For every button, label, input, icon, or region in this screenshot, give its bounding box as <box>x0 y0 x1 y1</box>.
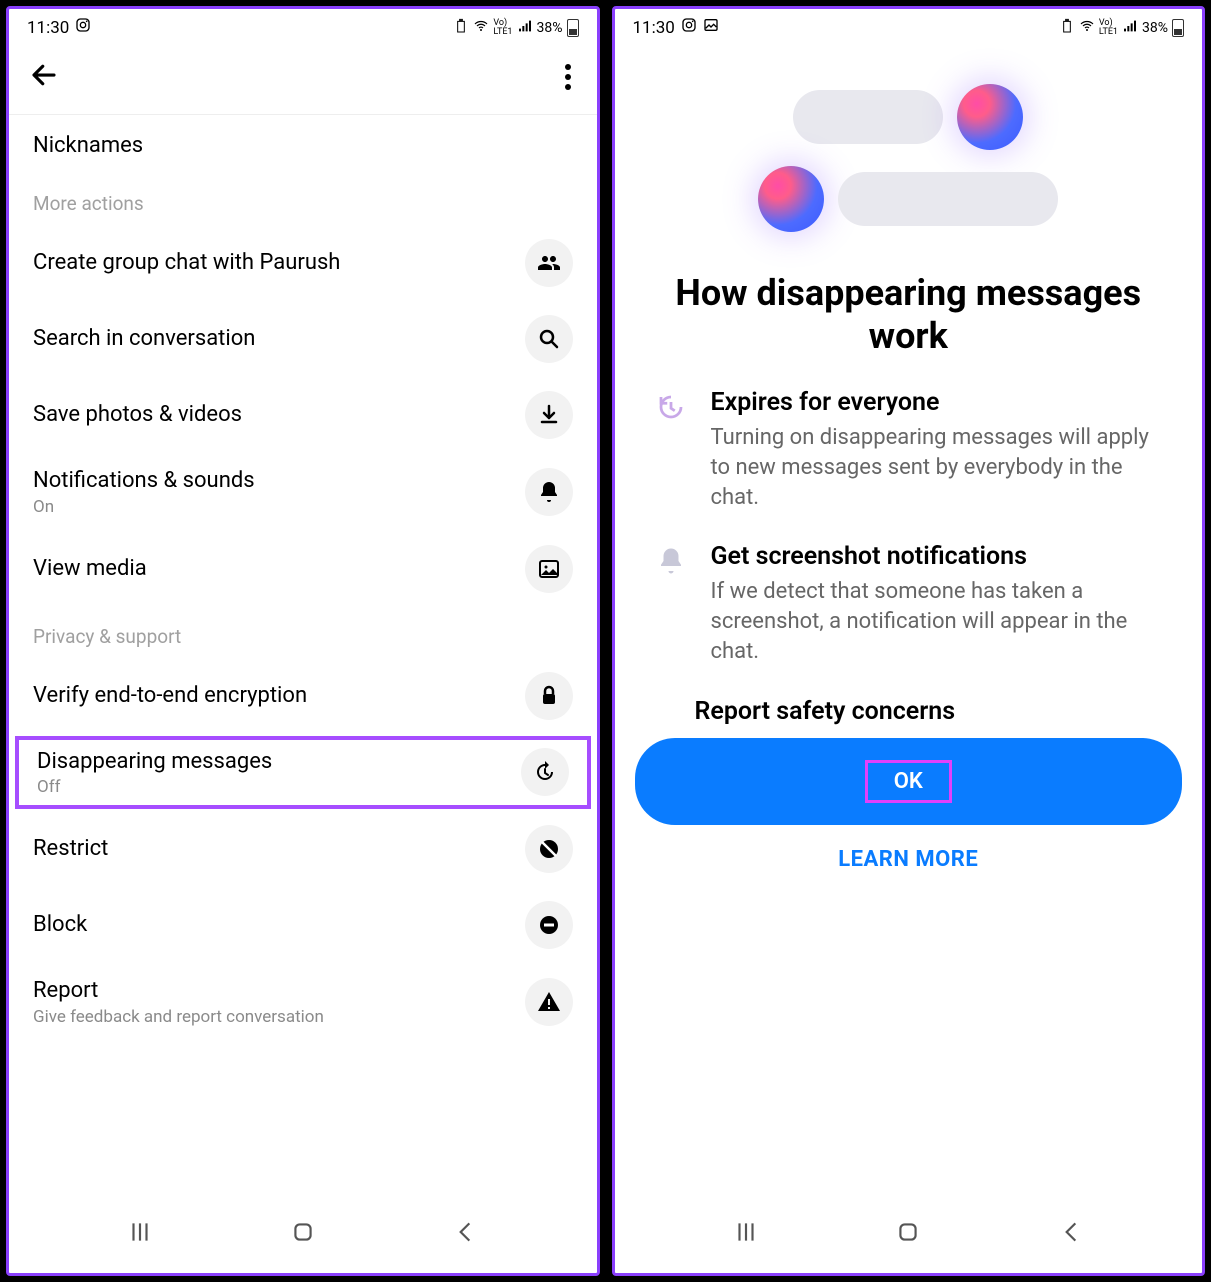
create-group-label: Create group chat with Paurush <box>33 249 525 277</box>
battery-percent: 38% <box>1142 20 1168 36</box>
recents-button[interactable] <box>733 1219 759 1249</box>
home-button[interactable] <box>895 1219 921 1249</box>
warning-icon <box>525 978 573 1026</box>
search-icon <box>525 315 573 363</box>
gradient-orb <box>758 166 824 232</box>
page-title: How disappearing messages work <box>615 252 1203 368</box>
verify-label: Verify end-to-end encryption <box>33 682 525 710</box>
hero-illustration <box>615 44 1203 252</box>
disappearing-messages-row[interactable]: Disappearing messages Off <box>15 736 591 810</box>
gradient-orb <box>957 84 1023 150</box>
info-screenshot-text: If we detect that someone has taken a sc… <box>711 577 1167 666</box>
instagram-icon <box>75 17 91 38</box>
create-group-row[interactable]: Create group chat with Paurush <box>9 225 597 301</box>
disappearing-status: Off <box>37 777 521 797</box>
overflow-menu-button[interactable] <box>559 58 577 96</box>
lock-icon <box>525 672 573 720</box>
android-nav-bar <box>615 1201 1203 1273</box>
nicknames-label: Nicknames <box>33 133 143 158</box>
restrict-row[interactable]: Restrict <box>9 811 597 887</box>
status-bar: 11:30 Vo)LTE1 38% <box>615 9 1203 44</box>
info-expires-text: Turning on disappearing messages will ap… <box>711 423 1167 512</box>
recents-button[interactable] <box>127 1219 153 1249</box>
notifications-status: On <box>33 497 525 517</box>
block-icon <box>525 901 573 949</box>
ok-label: OK <box>865 760 952 803</box>
signal-icon <box>517 18 533 38</box>
history-icon <box>651 388 691 512</box>
volte-icon: Vo)LTE1 <box>493 19 512 37</box>
group-icon <box>525 239 573 287</box>
verify-encryption-row[interactable]: Verify end-to-end encryption <box>9 658 597 734</box>
info-expires: Expires for everyone Turning on disappea… <box>615 368 1203 522</box>
notifications-row[interactable]: Notifications & sounds On <box>9 453 597 531</box>
report-label: Report <box>33 977 525 1005</box>
left-phone-screenshot: 11:30 Vo)LTE1 38% Nicknames More a <box>6 6 600 1276</box>
notifications-label: Notifications & sounds <box>33 467 525 495</box>
volte-icon: Vo)LTE1 <box>1099 19 1118 37</box>
search-label: Search in conversation <box>33 325 525 353</box>
section-privacy: Privacy & support <box>9 607 597 658</box>
instagram-icon <box>681 17 697 38</box>
save-photos-row[interactable]: Save photos & videos <box>9 377 597 453</box>
bell-icon <box>651 542 691 666</box>
battery-saver-icon <box>453 18 469 38</box>
disappearing-label: Disappearing messages <box>37 748 521 776</box>
info-screenshot: Get screenshot notifications If we detec… <box>615 522 1203 676</box>
info-screenshot-head: Get screenshot notifications <box>711 542 1167 571</box>
status-bar: 11:30 Vo)LTE1 38% <box>9 9 597 44</box>
save-photos-label: Save photos & videos <box>33 401 525 429</box>
download-icon <box>525 391 573 439</box>
app-bar <box>9 44 597 115</box>
history-icon <box>521 748 569 796</box>
ok-button[interactable]: OK <box>635 738 1183 825</box>
wifi-icon <box>473 18 489 38</box>
battery-icon <box>567 19 579 37</box>
info-expires-head: Expires for everyone <box>711 388 1167 417</box>
restrict-label: Restrict <box>33 835 525 863</box>
report-sub: Give feedback and report conversation <box>33 1007 525 1027</box>
signal-icon <box>1122 18 1138 38</box>
nicknames-row[interactable]: Nicknames <box>9 115 597 174</box>
battery-percent: 38% <box>537 20 563 36</box>
section-more-actions: More actions <box>9 174 597 225</box>
wifi-icon <box>1079 18 1095 38</box>
image-icon <box>525 545 573 593</box>
pill-shape <box>793 90 943 144</box>
back-button[interactable] <box>29 60 59 94</box>
back-nav-button[interactable] <box>452 1219 478 1249</box>
view-media-row[interactable]: View media <box>9 531 597 607</box>
android-nav-bar <box>9 1201 597 1273</box>
view-media-label: View media <box>33 555 525 583</box>
status-time: 11:30 <box>27 18 69 38</box>
battery-saver-icon <box>1059 18 1075 38</box>
back-nav-button[interactable] <box>1058 1219 1084 1249</box>
info-report-partial: Report safety concerns <box>615 677 1203 726</box>
restrict-icon <box>525 825 573 873</box>
report-row[interactable]: Report Give feedback and report conversa… <box>9 963 597 1041</box>
gallery-icon <box>703 17 719 38</box>
block-row[interactable]: Block <box>9 887 597 963</box>
block-label: Block <box>33 911 525 939</box>
learn-more-button[interactable]: LEARN MORE <box>615 831 1203 880</box>
home-button[interactable] <box>290 1219 316 1249</box>
status-time: 11:30 <box>633 18 675 38</box>
bell-icon <box>525 468 573 516</box>
battery-icon <box>1172 19 1184 37</box>
right-phone-screenshot: 11:30 Vo)LTE1 38% How di <box>612 6 1206 1276</box>
search-row[interactable]: Search in conversation <box>9 301 597 377</box>
pill-shape <box>838 172 1058 226</box>
